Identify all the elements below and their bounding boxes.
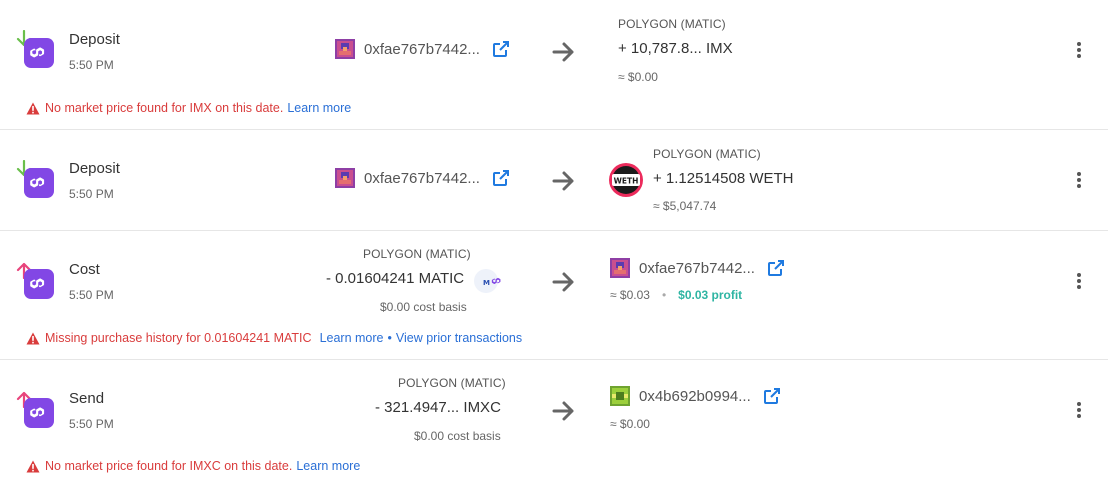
from-cost-basis: $0.00 cost basis (414, 429, 501, 443)
more-options-icon[interactable] (1072, 42, 1086, 62)
matic-token-icon: M (474, 263, 510, 299)
view-prior-transactions-link[interactable]: View prior transactions (396, 331, 522, 345)
wallet-avatar-icon (610, 258, 630, 278)
to-value: ≈ $0.00 (610, 417, 650, 431)
link-separator: • (387, 331, 392, 345)
transaction-time: 5:50 PM (69, 417, 114, 431)
to-address-text: 0x4b692b0994... (639, 387, 751, 405)
from-amount: - 321.4947... IMXC (375, 399, 501, 416)
polygon-icon (24, 168, 54, 198)
wallet-avatar-icon (335, 39, 355, 59)
polygon-icon (24, 38, 54, 68)
polygon-icon (24, 269, 54, 299)
to-value: ≈ $0.03 (610, 288, 650, 302)
external-link-icon[interactable] (492, 40, 510, 58)
cost-type-icon (16, 261, 56, 301)
to-amount: + 1.12514508 WETH (653, 170, 794, 187)
transaction-type: Deposit (69, 160, 120, 177)
svg-text:M: M (483, 279, 490, 287)
learn-more-link[interactable]: Learn more (320, 331, 384, 345)
transaction-row: Deposit 5:50 PM 0xfae767b7442... POLYGON… (0, 0, 1108, 130)
transaction-row: Send 5:50 PM POLYGON (MATIC) - 321.4947.… (0, 360, 1108, 485)
to-address: 0x4b692b0994... (610, 386, 781, 406)
warning-icon (26, 102, 40, 115)
to-address-text: 0xfae767b7442... (639, 259, 755, 277)
more-options-icon[interactable] (1072, 172, 1086, 192)
from-address-text: 0xfae767b7442... (364, 169, 480, 187)
from-amount: - 0.01604241 MATIC (326, 270, 465, 287)
dot-separator: • (661, 288, 667, 302)
warning-icon (26, 332, 40, 345)
wallet-avatar-icon (335, 168, 355, 188)
warning-message: No market price found for IMXC on this d… (26, 459, 360, 473)
warning-message: Missing purchase history for 0.01604241 … (26, 331, 522, 345)
to-network: POLYGON (MATIC) (653, 147, 761, 161)
arrow-right-icon (552, 170, 576, 192)
learn-more-link[interactable]: Learn more (296, 459, 360, 473)
weth-icon-text: WETH (614, 177, 639, 186)
warning-message: No market price found for IMX on this da… (26, 101, 351, 115)
transaction-time: 5:50 PM (69, 187, 114, 201)
weth-icon: WETH (608, 162, 644, 198)
warning-text: No market price found for IMX on this da… (45, 101, 284, 115)
send-type-icon (16, 390, 56, 430)
polygon-icon (24, 398, 54, 428)
more-options-icon[interactable] (1072, 402, 1086, 422)
transaction-type: Send (69, 390, 105, 407)
transaction-type: Cost (69, 261, 100, 278)
to-amount: + 10,787.8... IMX (618, 40, 733, 57)
learn-more-link[interactable]: Learn more (287, 101, 351, 115)
from-network: POLYGON (MATIC) (398, 376, 506, 390)
warning-text: No market price found for IMXC on this d… (45, 459, 293, 473)
warning-icon (26, 460, 40, 473)
to-value: ≈ $5,047.74 (653, 199, 717, 213)
external-link-icon[interactable] (763, 387, 781, 405)
from-address: 0xfae767b7442... (335, 168, 510, 188)
to-value: ≈ $0.00 (618, 70, 658, 84)
transaction-time: 5:50 PM (69, 58, 114, 72)
from-cost-basis: $0.00 cost basis (380, 300, 467, 314)
transaction-row: Deposit 5:50 PM 0xfae767b7442... WETH PO… (0, 130, 1108, 231)
wallet-avatar-icon (610, 386, 630, 406)
profit-value: $0.03 profit (678, 288, 743, 302)
deposit-type-icon (16, 160, 56, 200)
external-link-icon[interactable] (492, 169, 510, 187)
deposit-type-icon (16, 30, 56, 70)
from-address-text: 0xfae767b7442... (364, 40, 480, 58)
transaction-time: 5:50 PM (69, 288, 114, 302)
arrow-right-icon (552, 400, 576, 422)
arrow-right-icon (552, 271, 576, 293)
external-link-icon[interactable] (767, 259, 785, 277)
transaction-row: Cost 5:50 PM POLYGON (MATIC) - 0.0160424… (0, 231, 1108, 360)
to-network: POLYGON (MATIC) (618, 17, 726, 31)
to-value-row: ≈ $0.03 • $0.03 profit (610, 288, 742, 302)
more-options-icon[interactable] (1072, 273, 1086, 293)
from-network: POLYGON (MATIC) (363, 247, 471, 261)
warning-text: Missing purchase history for 0.01604241 … (45, 331, 312, 345)
from-address: 0xfae767b7442... (335, 39, 510, 59)
transaction-type: Deposit (69, 31, 120, 48)
to-address: 0xfae767b7442... (610, 258, 785, 278)
arrow-right-icon (552, 41, 576, 63)
